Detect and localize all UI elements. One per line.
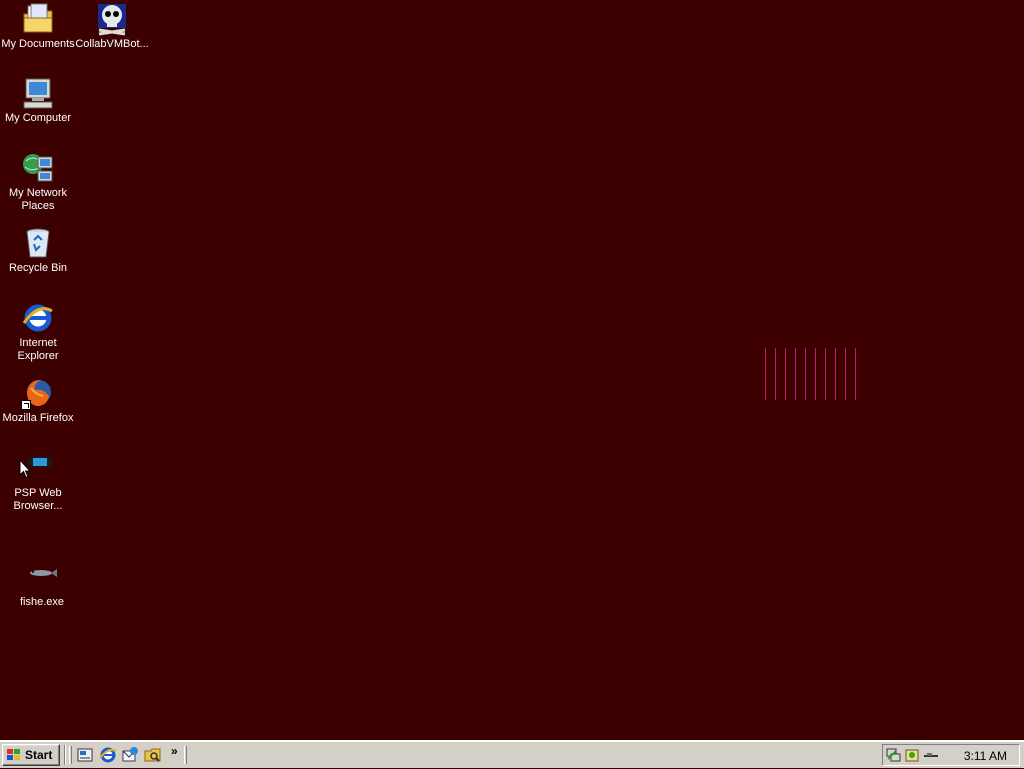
update-icon[interactable] [904, 747, 920, 763]
recycle-bin-icon [21, 226, 55, 260]
computer-icon [21, 76, 55, 110]
system-tray: 3:11 AM [882, 744, 1020, 766]
taskbar: Start » 3:11 AM [0, 740, 1024, 768]
start-label: Start [25, 748, 53, 762]
windows-explorer-icon[interactable] [144, 746, 162, 764]
quick-launch-grip[interactable] [69, 746, 72, 764]
desktop-icon-recycle-bin[interactable]: Recycle Bin [0, 226, 76, 275]
desktop-icon-label: Internet Explorer [17, 337, 59, 362]
desktop-icon-label: Recycle Bin [8, 262, 68, 274]
desktop-icon-mozilla-firefox[interactable]: Mozilla Firefox [0, 376, 76, 425]
screensaver-lines [765, 348, 861, 400]
usb-icon[interactable] [923, 747, 939, 763]
clock[interactable]: 3:11 AM [964, 749, 1007, 763]
desktop-icon-label: fishe.exe [19, 596, 65, 608]
desktop-icon-psp-web-browser[interactable]: PSP Web Browser... [0, 451, 76, 513]
internet-explorer-icon[interactable] [99, 746, 117, 764]
taskbar-grip[interactable] [184, 746, 187, 764]
start-button[interactable]: Start [2, 744, 60, 766]
internet-explorer-icon [21, 301, 55, 335]
desktop-icon-my-computer[interactable]: My Computer [0, 76, 76, 125]
desktop-icon-label: CollabVMBot... [75, 38, 149, 50]
desktop[interactable]: My Documents CollabVMBot... My Computer … [0, 0, 1024, 740]
show-desktop-icon[interactable] [76, 746, 94, 764]
desktop-icon-fishe-exe[interactable]: fishe.exe [4, 560, 80, 609]
desktop-icon-label: Mozilla Firefox [2, 412, 74, 424]
taskbar-separator [64, 745, 66, 765]
desktop-icon-label: My Documents [1, 38, 75, 50]
quick-launch-chevron[interactable]: » [171, 744, 178, 758]
shortcut-arrow-icon [21, 400, 31, 410]
folder-documents-icon [21, 2, 55, 36]
windows-logo-icon [6, 748, 22, 762]
skull-icon [95, 2, 129, 36]
desktop-icon-label: My Network Places [8, 187, 68, 212]
desktop-icon-label: My Computer [4, 112, 72, 124]
firefox-icon [21, 376, 55, 410]
mouse-cursor-icon [19, 458, 32, 479]
desktop-icon-my-documents[interactable]: My Documents [0, 2, 76, 51]
fish-icon [25, 560, 59, 594]
desktop-icon-my-network-places[interactable]: My Network Places [0, 151, 76, 213]
network-places-icon [21, 151, 55, 185]
outlook-express-icon[interactable] [121, 746, 139, 764]
desktop-icon-collabvmbot[interactable]: CollabVMBot... [74, 2, 150, 51]
desktop-icon-internet-explorer[interactable]: Internet Explorer [0, 301, 76, 363]
network-icon[interactable] [886, 747, 902, 763]
desktop-icon-label: PSP Web Browser... [13, 487, 63, 512]
